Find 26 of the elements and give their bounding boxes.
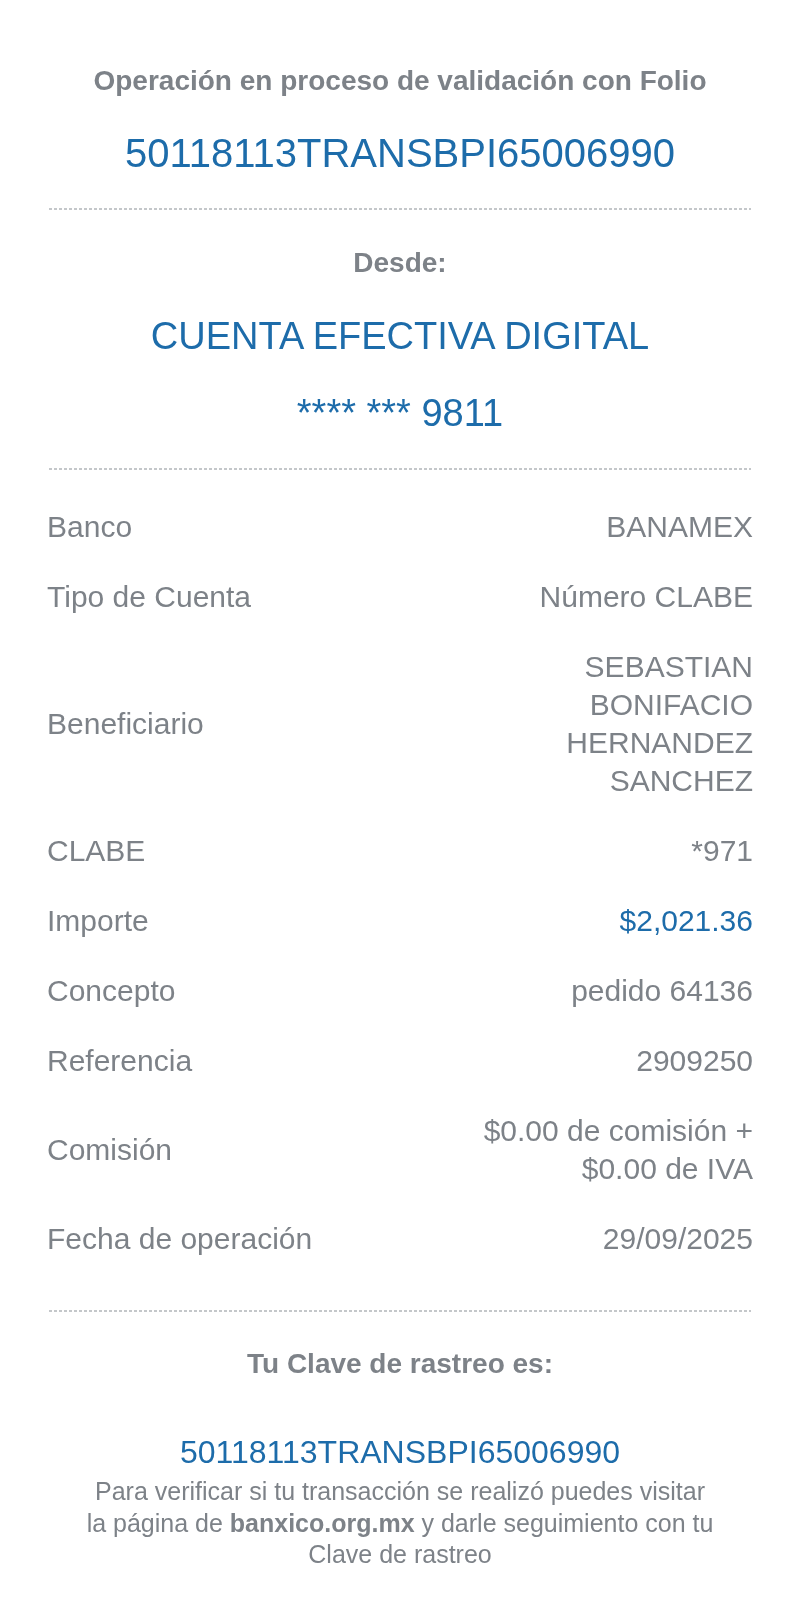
detail-value: 29/09/2025 [602,1221,753,1257]
info-text: Para verificar si tu transacción se realizó puedes visitar la página de banxico.org.mx y darle seguimiento con tu Clave de rastreo [85,1476,715,1570]
amount-value: $2,021.36 [619,903,753,939]
detail-label: Beneficiario [47,706,204,742]
detail-value: $0.00 de comisión + $0.00 de IVA [482,1113,753,1187]
account-name: CUENTA EFECTIVA DIGITAL [149,314,651,359]
tracking-key: 50118113TRANSBPI65006990 [0,1432,800,1472]
detail-value: BANAMEX [606,509,753,545]
detail-label: Comisión [47,1132,173,1168]
detail-label: Importe [47,903,149,939]
detail-value: 2909250 [636,1043,753,1079]
detail-label: Fecha de operación [47,1221,313,1257]
detail-value: SEBASTIAN BONIFACIO HERNANDEZ SANCHEZ [565,649,753,799]
detail-label: Banco [47,509,133,545]
folio-number: 50118113TRANSBPI65006990 [123,130,676,177]
detail-label: Concepto [47,973,176,1009]
page-title: Operación en proceso de validación con Folio [92,64,708,98]
section-label: Desde: [352,246,448,280]
detail-label: CLABE [47,833,146,869]
detail-label: Referencia [47,1043,193,1079]
detail-label: Tipo de Cuenta [47,579,252,615]
detail-value: Número CLABE [539,579,753,615]
detail-value: *971 [691,833,753,869]
detail-value: pedido 64136 [571,973,753,1009]
tracking-label: Tu Clave de rastreo es: [245,1347,554,1381]
account-number: **** *** 9811 [295,391,505,436]
